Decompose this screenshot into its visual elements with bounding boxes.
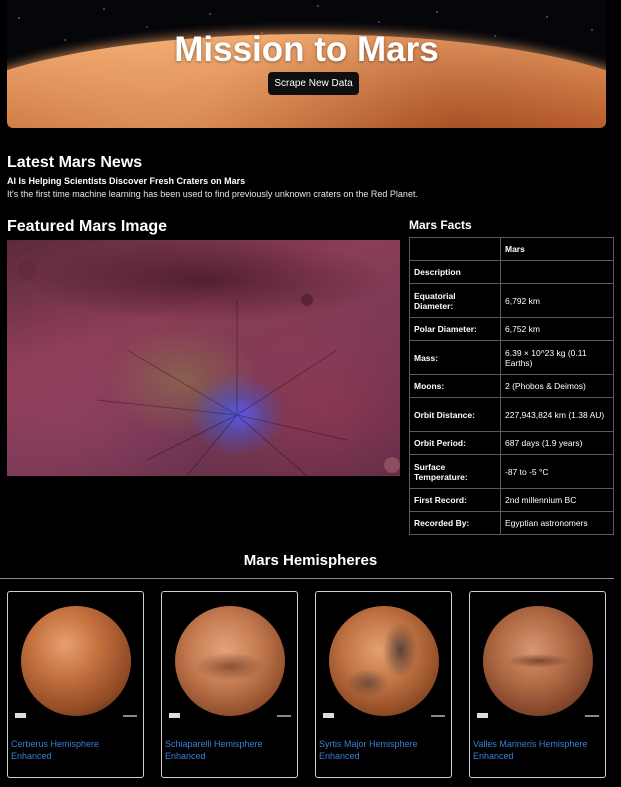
fact-label: Moons: bbox=[409, 374, 501, 398]
hero-banner: Mission to Mars Scrape New Data bbox=[7, 0, 606, 128]
fact-value: -87 to -5 °C bbox=[500, 454, 614, 489]
valles-marineris-globe-image bbox=[482, 605, 593, 716]
schiaparelli-globe-image bbox=[174, 605, 285, 716]
fact-value: 2 (Phobos & Deimos) bbox=[500, 374, 614, 398]
fact-value: 6,792 km bbox=[500, 283, 614, 318]
table-corner-cell bbox=[409, 237, 501, 261]
mars-facts-heading: Mars Facts bbox=[409, 218, 472, 232]
news-title: AI Is Helping Scientists Discover Fresh … bbox=[7, 176, 246, 186]
fact-value: Egyptian astronomers bbox=[500, 511, 614, 535]
image-credit-mark bbox=[277, 715, 291, 717]
hemisphere-thumbnail[interactable] bbox=[473, 595, 602, 721]
fact-label: Equatorial Diameter: bbox=[409, 283, 501, 318]
table-row: Description bbox=[409, 260, 614, 284]
fact-value: 687 days (1.9 years) bbox=[500, 431, 614, 455]
news-heading: Latest Mars News bbox=[7, 154, 143, 171]
fact-value: 2nd millennium BC bbox=[500, 488, 614, 512]
usgs-logo bbox=[477, 713, 488, 718]
news-paragraph: It's the first time machine learning has… bbox=[7, 189, 418, 199]
cerberus-globe-image bbox=[20, 605, 131, 716]
hemisphere-card-syrtis-major: Syrtis Major Hemisphere Enhanced bbox=[315, 591, 452, 778]
fact-label: Surface Temperature: bbox=[409, 454, 501, 489]
fact-label: Orbit Period: bbox=[409, 431, 501, 455]
fact-value bbox=[500, 260, 614, 284]
hemisphere-thumbnail[interactable] bbox=[165, 595, 294, 721]
table-column-header: Mars bbox=[500, 237, 614, 261]
table-row: First Record: 2nd millennium BC bbox=[409, 488, 614, 512]
crater-texture bbox=[17, 260, 400, 476]
hemisphere-card-valles-marineris: Valles Marineris Hemisphere Enhanced bbox=[469, 591, 606, 778]
mars-facts-table: Mars Description Equatorial Diameter: 6,… bbox=[409, 237, 614, 535]
table-row: Mass: 6.39 × 10^23 kg (0.11 Earths) bbox=[409, 340, 614, 375]
fact-label: Mass: bbox=[409, 340, 501, 375]
fact-value: 6.39 × 10^23 kg (0.11 Earths) bbox=[500, 340, 614, 375]
table-row: Orbit Distance: 227,943,824 km (1.38 AU) bbox=[409, 397, 614, 432]
fact-label: Orbit Distance: bbox=[409, 397, 501, 432]
table-row: Polar Diameter: 6,752 km bbox=[409, 317, 614, 341]
fact-label: Description bbox=[409, 260, 501, 284]
table-row: Recorded By: Egyptian astronomers bbox=[409, 511, 614, 535]
usgs-logo bbox=[323, 713, 334, 718]
page-title: Mission to Mars bbox=[174, 30, 439, 69]
hemispheres-heading: Mars Hemispheres bbox=[243, 552, 378, 569]
divider bbox=[0, 578, 614, 579]
scrape-new-data-button[interactable]: Scrape New Data bbox=[268, 72, 359, 95]
hemisphere-link-valles-marineris[interactable]: Valles Marineris Hemisphere Enhanced bbox=[473, 738, 602, 762]
table-row: Surface Temperature: -87 to -5 °C bbox=[409, 454, 614, 489]
usgs-logo bbox=[169, 713, 180, 718]
hemisphere-link-syrtis-major[interactable]: Syrtis Major Hemisphere Enhanced bbox=[319, 738, 448, 762]
hemisphere-link-cerberus[interactable]: Cerberus Hemisphere Enhanced bbox=[11, 738, 140, 762]
image-credit-mark bbox=[431, 715, 445, 717]
table-row: Orbit Period: 687 days (1.9 years) bbox=[409, 431, 614, 455]
table-row: Moons: 2 (Phobos & Deimos) bbox=[409, 374, 614, 398]
fact-label: Polar Diameter: bbox=[409, 317, 501, 341]
featured-image-heading: Featured Mars Image bbox=[7, 218, 168, 235]
syrtis-major-globe-image bbox=[328, 605, 439, 716]
hemisphere-card-schiaparelli: Schiaparelli Hemisphere Enhanced bbox=[161, 591, 298, 778]
hemisphere-thumbnail[interactable] bbox=[11, 595, 140, 721]
fact-value: 6,752 km bbox=[500, 317, 614, 341]
fact-value: 227,943,824 km (1.38 AU) bbox=[500, 397, 614, 432]
featured-mars-image[interactable] bbox=[7, 240, 400, 476]
usgs-logo bbox=[15, 713, 26, 718]
fact-label: Recorded By: bbox=[409, 511, 501, 535]
hemisphere-card-cerberus: Cerberus Hemisphere Enhanced bbox=[7, 591, 144, 778]
fact-label: First Record: bbox=[409, 488, 501, 512]
hemisphere-thumbnail[interactable] bbox=[319, 595, 448, 721]
image-credit-mark bbox=[585, 715, 599, 717]
table-row: Equatorial Diameter: 6,792 km bbox=[409, 283, 614, 318]
table-header-row: Mars bbox=[409, 237, 614, 261]
hemisphere-link-schiaparelli[interactable]: Schiaparelli Hemisphere Enhanced bbox=[165, 738, 294, 762]
image-credit-mark bbox=[123, 715, 137, 717]
